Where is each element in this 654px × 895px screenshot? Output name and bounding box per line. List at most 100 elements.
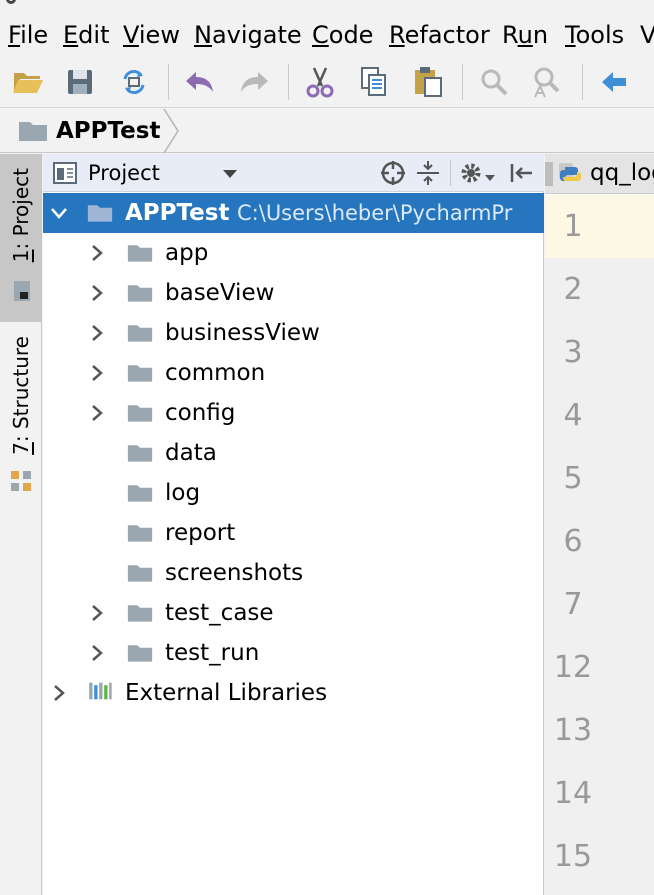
line-number: 1 [563, 209, 583, 244]
folder-icon [127, 245, 153, 262]
tree-item-screenshots[interactable]: screenshots [43, 553, 544, 593]
chevron-right-icon[interactable] [49, 683, 69, 703]
cut-icon[interactable] [302, 64, 338, 100]
gear-dropdown-icon[interactable] [485, 168, 495, 181]
line-number: 7 [563, 587, 583, 622]
copy-icon[interactable] [356, 64, 392, 100]
tree-item-external-libraries[interactable]: External Libraries [43, 673, 544, 713]
tree-item-common[interactable]: common [43, 353, 544, 393]
collapse-all-icon[interactable] [414, 159, 442, 187]
hide-panel-icon[interactable] [507, 159, 535, 187]
tree-item-label: test_run [165, 640, 260, 666]
folder-icon [127, 525, 153, 542]
menu-code[interactable]: Code [312, 18, 373, 52]
tree-item-label: report [165, 520, 236, 546]
line-number: 4 [563, 398, 583, 433]
menu-bar: File Edit View Navigate Code Refactor Run Tools… [0, 14, 654, 56]
project-view-selector[interactable]: Project [88, 158, 160, 188]
menu-tools[interactable]: Tools [565, 18, 624, 52]
menu-file[interactable]: File [8, 18, 48, 52]
chevron-down-icon[interactable] [49, 203, 69, 223]
breadcrumb: APPTest [0, 108, 654, 154]
menu-refactor[interactable]: Refactor [389, 18, 490, 52]
toolbar-separator [168, 64, 169, 100]
tree-item-label: log [165, 480, 201, 506]
menu-v[interactable]: V [640, 18, 654, 52]
line-number: 3 [563, 335, 583, 370]
menu-view[interactable]: View [123, 18, 180, 52]
tree-item-config[interactable]: config [43, 393, 544, 433]
title-strip [0, 0, 654, 14]
find-icon[interactable] [476, 64, 512, 100]
project-window-icon [14, 281, 30, 301]
tree-item-businessview[interactable]: businessView [43, 313, 544, 353]
tree-item-report[interactable]: report [43, 513, 544, 553]
python-file-icon [557, 161, 583, 187]
line-number: 2 [563, 272, 583, 307]
tree-item-data[interactable]: data [43, 433, 544, 473]
tree-item-test-run[interactable]: test_run [43, 633, 544, 673]
tree-item-label: businessView [165, 320, 320, 346]
paste-icon[interactable] [410, 64, 446, 100]
save-icon[interactable] [62, 64, 98, 100]
open-folder-icon[interactable] [10, 64, 46, 100]
tree-item-log[interactable]: log [43, 473, 544, 513]
editor-tab-qq-log[interactable]: qq_log [590, 158, 654, 188]
folder-icon [127, 405, 153, 422]
tree-item-app[interactable]: app [43, 233, 544, 273]
chevron-right-icon[interactable] [87, 363, 107, 383]
folder-icon [127, 445, 153, 462]
back-icon[interactable] [596, 64, 632, 100]
chevron-right-icon[interactable] [87, 323, 107, 343]
undo-icon[interactable] [182, 64, 218, 100]
toolbar-separator [288, 64, 289, 100]
chevron-right-icon[interactable] [87, 603, 107, 623]
project-view-icon [53, 162, 79, 184]
line-number: 14 [553, 776, 593, 811]
editor-area: qq_log 123456712131415 [545, 154, 654, 895]
chevron-right-icon[interactable] [87, 403, 107, 423]
tree-item-label: External Libraries [125, 680, 328, 706]
folder-icon [127, 605, 153, 622]
folder-icon [127, 325, 153, 342]
sync-icon[interactable] [116, 64, 152, 100]
toolbar-separator [582, 64, 583, 100]
left-tool-strip: 1: Project 7: Structure [0, 154, 42, 895]
folder-icon [18, 120, 48, 142]
tool-tab-structure[interactable]: 7: Structure [0, 336, 42, 504]
locate-icon[interactable] [379, 159, 407, 187]
folder-icon [127, 565, 153, 582]
menu-run[interactable]: Run [502, 18, 548, 52]
chevron-down-icon[interactable] [221, 164, 239, 182]
line-number: 5 [563, 461, 583, 496]
editor-tab-bar: qq_log [545, 154, 654, 194]
tree-item-label: config [165, 400, 236, 426]
menu-navigate[interactable]: Navigate [194, 18, 302, 52]
menu-edit[interactable]: Edit [63, 18, 109, 52]
line-number-gutter: 1 2 3 4 5 6 7 12 13 14 15 [545, 195, 654, 895]
folder-icon [87, 205, 113, 222]
chevron-right-icon[interactable] [87, 243, 107, 263]
tree-root-apptest[interactable]: APPTest C:\Users\heber\PycharmPr [43, 193, 544, 233]
gear-icon[interactable] [457, 159, 485, 187]
tree-root-label: APPTest [125, 200, 230, 226]
folder-icon [127, 645, 153, 662]
chevron-right-icon[interactable] [87, 643, 107, 663]
app-logo-fragment [6, 0, 16, 4]
chevron-right-icon[interactable] [87, 283, 107, 303]
tree-item-label: test_case [165, 600, 274, 626]
folder-icon [127, 365, 153, 382]
line-number: 13 [553, 713, 593, 748]
tree-item-label: app [165, 240, 209, 266]
tool-tab-project-label: 1: Project [9, 168, 33, 263]
replace-icon[interactable] [528, 64, 564, 100]
tree-item-test-case[interactable]: test_case [43, 593, 544, 633]
breadcrumb-item-apptest[interactable]: APPTest [56, 115, 160, 147]
folder-icon [127, 485, 153, 502]
tree-item-label: baseView [165, 280, 275, 306]
structure-icon [11, 471, 31, 491]
library-icon [89, 682, 112, 700]
tool-tab-project[interactable]: 1: Project [0, 154, 42, 322]
redo-icon[interactable] [236, 64, 272, 100]
tree-item-baseview[interactable]: baseView [43, 273, 544, 313]
